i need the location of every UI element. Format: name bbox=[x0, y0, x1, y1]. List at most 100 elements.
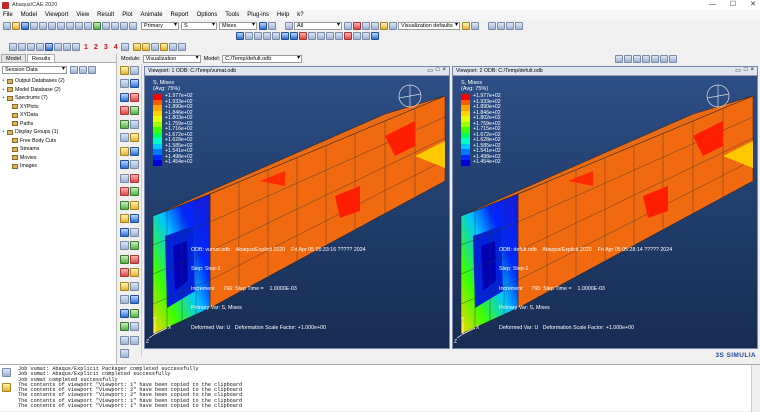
probe-icon[interactable] bbox=[326, 32, 334, 40]
tree-node[interactable]: Movies bbox=[2, 154, 116, 163]
menu-tools[interactable]: Tools bbox=[225, 12, 239, 18]
xy-data-alt-icon[interactable] bbox=[130, 173, 139, 183]
transform-icon[interactable] bbox=[168, 43, 177, 51]
menu-plugins[interactable]: Plug-ins bbox=[247, 12, 269, 18]
first-step-icon[interactable] bbox=[615, 55, 624, 63]
user-view-3-button[interactable]: 3 bbox=[104, 44, 108, 51]
compass-icon[interactable] bbox=[706, 84, 730, 108]
common-plot-options-icon[interactable] bbox=[120, 65, 129, 75]
user-view-1-button[interactable]: 1 bbox=[84, 44, 88, 51]
ply-stack-alt-icon[interactable] bbox=[130, 308, 139, 318]
remove-selected-icon[interactable] bbox=[353, 21, 361, 30]
animation-options-icon[interactable] bbox=[669, 55, 678, 63]
message-area-icon[interactable] bbox=[2, 368, 11, 377]
back-view-icon[interactable] bbox=[111, 21, 119, 30]
viewport-close-icon[interactable]: × bbox=[442, 67, 446, 74]
primary-variable-select[interactable]: Primary bbox=[141, 21, 179, 30]
color-code-icon[interactable] bbox=[389, 21, 397, 30]
collapse-icon[interactable] bbox=[88, 66, 96, 74]
ply-stack-icon[interactable] bbox=[120, 308, 129, 318]
minimize-button[interactable]: — bbox=[709, 0, 716, 10]
menu-animate[interactable]: Animate bbox=[141, 12, 163, 18]
previous-step-icon[interactable] bbox=[624, 55, 633, 63]
symbol-options-icon[interactable] bbox=[120, 106, 129, 115]
menu-options[interactable]: Options bbox=[197, 12, 218, 18]
intersect-icon[interactable] bbox=[371, 21, 379, 30]
last-step-icon[interactable] bbox=[660, 55, 669, 63]
display-group-alt-icon[interactable] bbox=[130, 227, 139, 237]
view-manager-icon[interactable] bbox=[9, 43, 17, 51]
visualization-defaults-select[interactable]: Visualization defaults bbox=[398, 21, 460, 30]
viewport-1[interactable]: Viewport: 1 ODB: C:/Temp/vumat.odb ▭ □ × bbox=[144, 66, 450, 349]
side-view-icon[interactable] bbox=[129, 21, 137, 30]
python-console-icon[interactable] bbox=[2, 383, 11, 392]
viewport-2[interactable]: Viewport: 2 ODB: C:/Temp/defult.odb ▭ □ … bbox=[452, 66, 758, 349]
deformed-shape-icon[interactable] bbox=[120, 92, 129, 102]
cut-manager-icon[interactable] bbox=[120, 214, 129, 223]
view-cut-alt-icon[interactable] bbox=[130, 335, 139, 345]
menu-result[interactable]: Result bbox=[97, 12, 114, 18]
save-icon[interactable] bbox=[21, 21, 29, 30]
animate-scale-icon[interactable] bbox=[120, 160, 129, 169]
tree-node[interactable]: Paths bbox=[2, 120, 116, 129]
message-scrollbar[interactable] bbox=[751, 365, 760, 412]
view-z-icon[interactable] bbox=[36, 43, 44, 51]
display-group-select[interactable]: All bbox=[294, 21, 342, 30]
step-frame-icon[interactable] bbox=[268, 21, 276, 30]
query-tool-icon[interactable] bbox=[120, 322, 129, 331]
viewport-minimize-icon[interactable]: ▭ bbox=[735, 67, 741, 74]
tile-viewports-icon[interactable] bbox=[132, 43, 141, 51]
contour-options-icon[interactable] bbox=[120, 79, 129, 88]
stream-plot-icon[interactable] bbox=[120, 254, 129, 264]
close-button[interactable]: ✕ bbox=[750, 0, 756, 10]
next-frame-icon[interactable] bbox=[506, 21, 514, 30]
xy-plot-alt-icon[interactable] bbox=[130, 187, 139, 196]
more-icon[interactable] bbox=[471, 21, 479, 30]
deformed-shape-alt-icon[interactable] bbox=[130, 92, 139, 102]
cycle-views-icon[interactable] bbox=[84, 21, 92, 30]
text-annotation-icon[interactable] bbox=[344, 32, 352, 40]
menu-plot[interactable]: Plot bbox=[122, 12, 132, 18]
link-viewports-icon[interactable] bbox=[150, 43, 159, 51]
tree-node[interactable]: Images bbox=[2, 162, 116, 171]
wireframe-icon[interactable] bbox=[245, 32, 253, 40]
magnify-icon[interactable] bbox=[57, 21, 65, 30]
view-x-icon[interactable] bbox=[18, 43, 26, 51]
animate-time-alt-icon[interactable] bbox=[130, 146, 139, 156]
overlay-plot-icon[interactable] bbox=[120, 268, 129, 277]
menu-file[interactable]: File bbox=[3, 12, 13, 18]
free-body-alt-icon[interactable] bbox=[130, 241, 139, 250]
contour-options-alt-icon[interactable] bbox=[130, 79, 139, 88]
stream-plot-alt-icon[interactable] bbox=[130, 254, 139, 264]
shaded-icon[interactable] bbox=[272, 32, 280, 40]
material-orient-alt-icon[interactable] bbox=[130, 119, 139, 129]
tab-results[interactable]: Results bbox=[26, 54, 56, 62]
tab-model[interactable]: Model bbox=[1, 54, 26, 62]
open-folder-icon[interactable] bbox=[12, 21, 20, 30]
view-cut-icon[interactable] bbox=[120, 335, 129, 345]
tree-node[interactable]: + Output Databases (2) bbox=[2, 77, 116, 86]
arrow-annotation-icon[interactable] bbox=[353, 32, 361, 40]
field-output-dialog-icon[interactable] bbox=[259, 21, 267, 30]
viewport-maximize-icon[interactable]: □ bbox=[436, 67, 440, 74]
xy-plot-icon[interactable] bbox=[120, 187, 129, 196]
render-style-icon[interactable] bbox=[236, 32, 244, 40]
cut-manager-alt-icon[interactable] bbox=[130, 214, 139, 223]
compass-icon[interactable] bbox=[398, 84, 422, 108]
view-left-icon[interactable] bbox=[54, 43, 62, 51]
filled-icon[interactable] bbox=[263, 32, 271, 40]
menu-report[interactable]: Report bbox=[171, 12, 189, 18]
menu-context-help[interactable]: k? bbox=[297, 12, 303, 18]
module-select[interactable]: Visualization bbox=[142, 55, 201, 63]
add-selected-icon[interactable] bbox=[362, 21, 370, 30]
probe-values-icon[interactable] bbox=[120, 281, 129, 291]
common-plot-options-alt-icon[interactable] bbox=[130, 65, 139, 75]
animate-scale-alt-icon[interactable] bbox=[130, 160, 139, 169]
pan-icon[interactable] bbox=[39, 21, 47, 30]
animate-time-icon[interactable] bbox=[120, 146, 129, 156]
query-tool-alt-icon[interactable] bbox=[130, 322, 139, 331]
material-orientation-icon[interactable] bbox=[317, 32, 325, 40]
auto-fit-icon[interactable] bbox=[75, 21, 83, 30]
tree-node[interactable]: + Spectrums (7) bbox=[2, 94, 116, 103]
rotate-icon[interactable] bbox=[48, 21, 56, 30]
